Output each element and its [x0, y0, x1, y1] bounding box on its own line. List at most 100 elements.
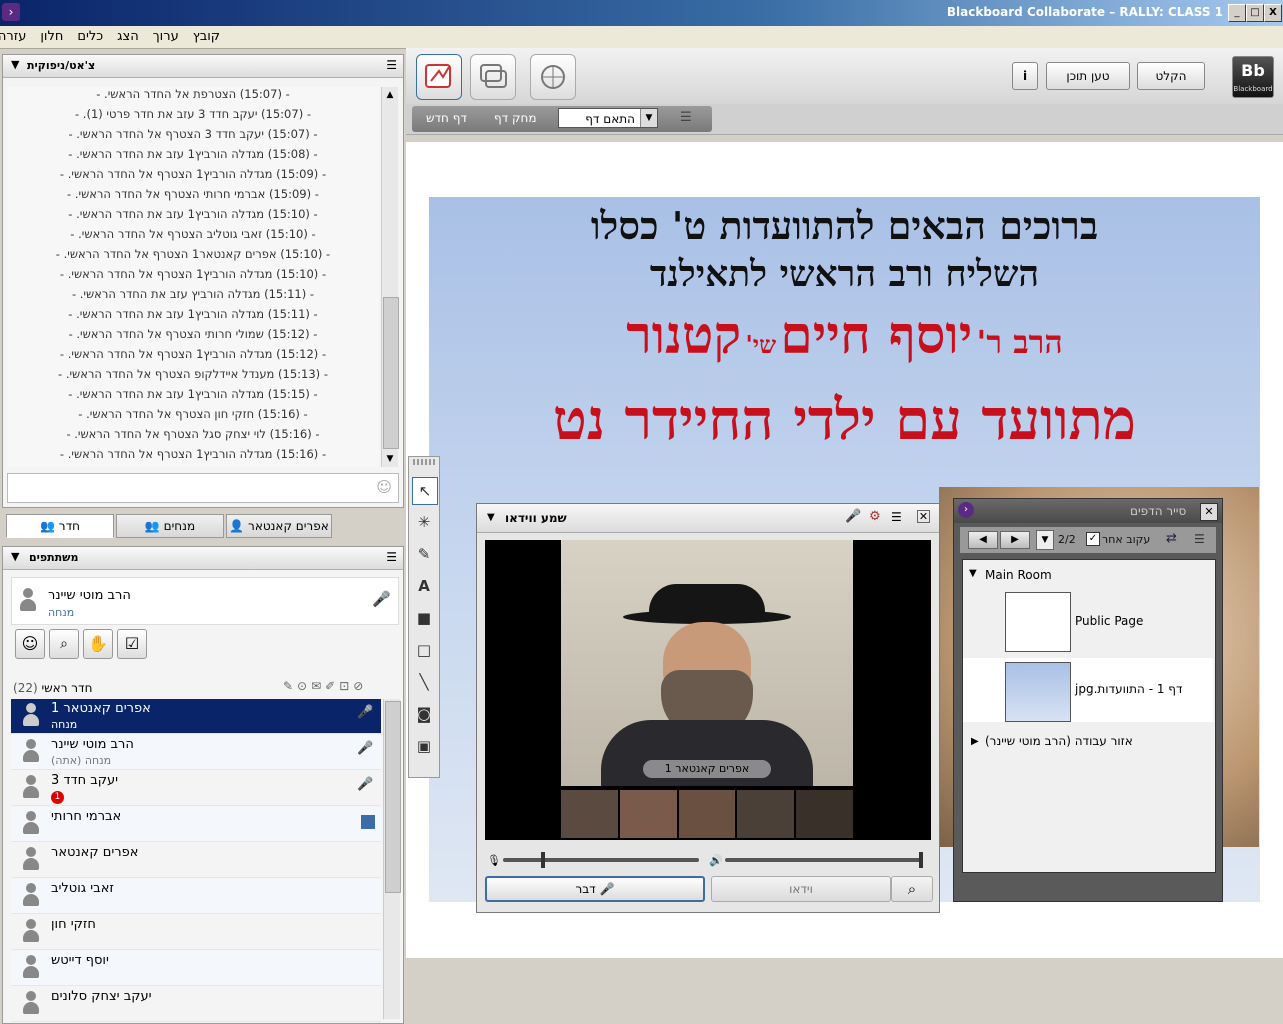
poll-icon[interactable]: ☑: [117, 629, 147, 659]
participant-row[interactable]: אפרים קאנטאר: [11, 843, 381, 878]
new-page-button[interactable]: דף חדש: [426, 111, 467, 125]
mic-level-slider[interactable]: [503, 852, 699, 868]
page-thumbnail[interactable]: [1005, 592, 1071, 652]
page-row-selected[interactable]: דף 1 - התוועדות.jpg: [963, 658, 1213, 722]
step-away-icon[interactable]: ⌕: [49, 629, 79, 659]
close-icon[interactable]: ✕: [1200, 503, 1218, 521]
text-tool-icon[interactable]: A: [412, 573, 436, 599]
tab-moderators[interactable]: 👥 מנחים: [116, 514, 224, 538]
menu-window[interactable]: חלון: [40, 29, 63, 44]
slider-thumb[interactable]: [919, 852, 923, 868]
menu-file[interactable]: קובץ: [193, 29, 220, 44]
participants-scrollbar[interactable]: [383, 699, 401, 1019]
pointer-tool-icon[interactable]: ✳: [412, 509, 436, 535]
scroll-down-icon[interactable]: ▼: [382, 451, 398, 467]
video-button[interactable]: וידאו: [711, 876, 891, 902]
pen-tool-icon[interactable]: ✎: [412, 541, 436, 567]
filled-rectangle-icon[interactable]: ■: [412, 605, 436, 631]
clear-page-button[interactable]: מחק דף: [494, 111, 537, 125]
expand-icon[interactable]: ▼: [969, 568, 977, 579]
preview-icon[interactable]: ⌕: [891, 876, 933, 902]
menu-tools[interactable]: כלים: [77, 29, 103, 44]
next-page-button[interactable]: ▶: [1000, 531, 1030, 549]
web-tour-icon[interactable]: [530, 54, 576, 100]
participant-row[interactable]: יוסף דייטש: [11, 951, 381, 986]
whiteboard-icon[interactable]: [416, 54, 462, 100]
audio-setup-icon[interactable]: 🎤: [845, 509, 861, 524]
slide-title-prefix: הרב ר': [976, 323, 1063, 361]
chat-input[interactable]: ☺: [7, 473, 399, 503]
microphone-icon: 🎙: [487, 854, 501, 867]
chat-message: - (15:07) יעקב חדד 3 עזב את חדר פרטי (1)…: [75, 107, 311, 121]
main-room-label[interactable]: Main Room: [985, 568, 1052, 582]
app-share-icon[interactable]: [470, 54, 516, 100]
collapse-icon[interactable]: ▼: [11, 550, 19, 563]
video-thumbnail[interactable]: [561, 790, 618, 838]
expand-icon[interactable]: ▶: [971, 736, 979, 747]
tab-room[interactable]: 👥 חדר: [6, 514, 114, 538]
participant-row[interactable]: חזקי חון: [11, 915, 381, 950]
minimize-button[interactable]: _: [1228, 4, 1246, 22]
scroll-thumb[interactable]: [383, 297, 399, 449]
scroll-up-icon[interactable]: ▲: [382, 87, 398, 103]
record-button[interactable]: הקלט: [1137, 62, 1205, 90]
raise-hand-icon[interactable]: ✋: [83, 629, 113, 659]
panel-menu-icon[interactable]: ☰: [386, 58, 397, 72]
chevron-down-icon[interactable]: ▼: [640, 109, 657, 127]
sync-icon[interactable]: ⇄: [1166, 531, 1177, 546]
avatar: [23, 883, 39, 907]
follow-checkbox[interactable]: ✓: [1086, 532, 1100, 546]
chat-message: - (15:09) אברמי חרותי הצטרף אל החדר הראש…: [67, 187, 319, 201]
video-thumbnail[interactable]: [678, 790, 736, 838]
participant-name: אפרים קאנטאר 1: [51, 701, 151, 716]
clip-art-icon[interactable]: ▣: [412, 733, 436, 759]
maximize-button[interactable]: □: [1246, 4, 1264, 22]
speaker-level-slider[interactable]: [725, 852, 923, 868]
participant-row[interactable]: אברמי חרותי: [11, 807, 381, 842]
slider-thumb[interactable]: [541, 852, 545, 868]
talk-button[interactable]: דבר 🎤: [485, 876, 705, 902]
video-thumbnail[interactable]: [619, 790, 677, 838]
previous-page-button[interactable]: ◀: [968, 531, 998, 549]
workspace-label[interactable]: אזור עבודה (הרב מוטי שיינר): [985, 734, 1133, 748]
page-menu-icon[interactable]: ☰: [680, 110, 692, 125]
public-page-label[interactable]: Public Page: [1075, 614, 1143, 628]
collapse-icon[interactable]: ▼: [487, 512, 495, 523]
load-content-button[interactable]: טען תוכן: [1046, 62, 1130, 90]
zoom-select[interactable]: התאם דף ▼: [558, 108, 658, 128]
participant-row[interactable]: אפרים קאנטאר 1 מנחה 🎤: [11, 699, 381, 734]
menu-view[interactable]: הצג: [117, 29, 139, 44]
close-button[interactable]: X: [1264, 4, 1282, 22]
rectangle-tool-icon[interactable]: □: [412, 637, 436, 663]
emotion-icon[interactable]: ☺: [15, 629, 45, 659]
participant-row[interactable]: יעקב חדד 3 1 🎤: [11, 771, 381, 806]
scroll-thumb[interactable]: [385, 701, 401, 893]
chat-scrollbar[interactable]: ▲ ▼: [381, 87, 399, 467]
line-tool-icon[interactable]: ╲: [412, 669, 436, 695]
video-thumbnail[interactable]: [737, 790, 795, 838]
chevron-down-icon[interactable]: ▼: [1036, 530, 1054, 550]
close-icon[interactable]: ✕: [917, 510, 930, 523]
panel-menu-icon[interactable]: ☰: [1194, 532, 1205, 546]
panel-menu-icon[interactable]: ☰: [386, 550, 397, 564]
collapse-icon[interactable]: ▼: [11, 58, 19, 71]
emoticon-icon[interactable]: ☺: [376, 478, 392, 496]
select-tool-icon[interactable]: ↖: [412, 477, 438, 505]
screen-capture-icon[interactable]: ◙: [412, 701, 436, 727]
participant-row[interactable]: יעקב יצחק סלונים: [11, 987, 381, 1022]
participant-row[interactable]: הרב מוטי שיינר מנחה (אתה) 🎤: [11, 735, 381, 770]
info-button[interactable]: i: [1012, 62, 1038, 90]
panel-menu-icon[interactable]: ☰: [891, 510, 902, 524]
video-thumbnail[interactable]: [796, 790, 853, 838]
participant-name: אפרים קאנטאר: [51, 845, 139, 860]
drag-handle[interactable]: [413, 459, 435, 465]
participant-row[interactable]: זאבי גוטליב: [11, 879, 381, 914]
permission-icons[interactable]: ✎⊙✉✐⊡⊘: [283, 679, 367, 693]
menu-edit[interactable]: ערוך: [153, 29, 179, 44]
settings-icon[interactable]: ⚙: [869, 509, 881, 524]
menu-help[interactable]: עזרה: [0, 29, 26, 44]
participants-panel: ▼ משתתפים ☰ הרב מוטי שיינר מנחה 🎤 ☺ ⌕ ✋ …: [2, 546, 404, 1024]
chat-message: - (15:16) מגדלה הורביץ1 הצטרף אל החדר הר…: [59, 447, 327, 461]
page-thumbnail[interactable]: [1005, 662, 1071, 722]
tab-private-chat[interactable]: 👤 אפרים קאנטאר: [226, 514, 332, 538]
